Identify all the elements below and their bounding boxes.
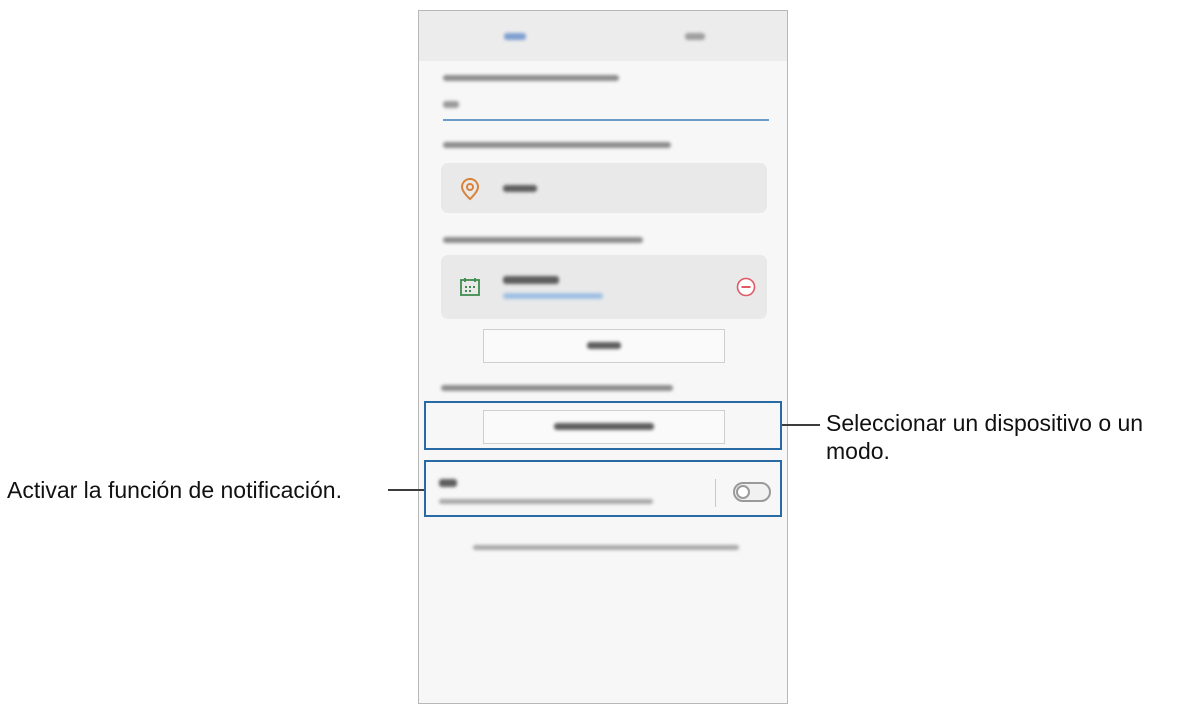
action-prompt [441, 385, 673, 391]
device-mode-highlight [424, 401, 782, 450]
remove-circle-icon[interactable] [736, 277, 756, 302]
phone-screen [418, 10, 788, 704]
calendar-icon [459, 277, 481, 302]
callout-text-left: Activar la función de notificación. [7, 477, 342, 503]
location-value [503, 185, 537, 192]
time-prompt [443, 237, 643, 243]
callout-line-left [388, 489, 424, 491]
tab-bar [419, 11, 787, 61]
schedule-card[interactable] [441, 255, 767, 319]
footer-hint [473, 545, 739, 550]
location-pin-icon [459, 177, 481, 206]
callout-text-right-line1: Seleccionar un dispositivo o un [826, 410, 1144, 436]
name-prompt [443, 75, 619, 81]
location-prompt [443, 142, 671, 148]
name-field[interactable] [443, 95, 769, 121]
callout-text-right-line2: modo. [826, 438, 890, 464]
tab-first[interactable] [494, 27, 554, 43]
location-card[interactable] [441, 163, 767, 213]
callout-text-right: Seleccionar un dispositivo o un modo. [826, 409, 1143, 465]
notification-highlight [424, 460, 782, 517]
callout-line-right [782, 424, 820, 426]
add-condition-button[interactable] [483, 329, 725, 363]
tab-second[interactable] [669, 27, 729, 43]
schedule-title [503, 276, 559, 284]
schedule-subtitle [503, 293, 603, 299]
